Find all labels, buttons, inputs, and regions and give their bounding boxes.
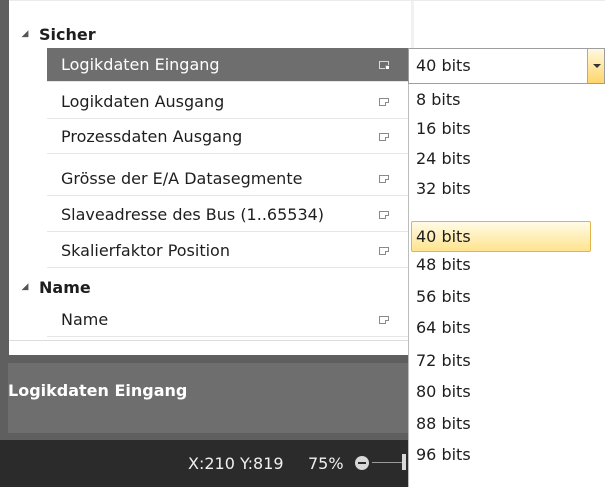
property-row-name[interactable]: Name [47, 303, 411, 337]
cursor-coordinates: X:210 Y:819 [188, 454, 284, 473]
property-label: Prozessdaten Ausgang [61, 127, 243, 146]
property-label: Logikdaten Eingang [61, 55, 220, 74]
collapse-triangle-icon[interactable]: ◢ [9, 282, 37, 292]
property-row-slaveadresse[interactable]: Slaveadresse des Bus (1..65534) [47, 198, 411, 232]
property-pin-icon[interactable] [379, 246, 389, 255]
property-label: Logikdaten Ausgang [61, 92, 225, 111]
category-label: Name [39, 277, 91, 297]
property-pin-icon[interactable] [379, 174, 389, 183]
dropdown-option[interactable]: 32 bits [411, 173, 591, 204]
dropdown-option[interactable]: 56 bits [411, 281, 591, 312]
dropdown-option[interactable]: 88 bits [411, 408, 591, 439]
dropdown-arrow-icon[interactable] [587, 49, 604, 83]
property-label: Grösse der E/A Datasegmente [61, 169, 303, 188]
property-pin-icon[interactable] [379, 315, 389, 324]
dropdown-option[interactable]: 16 bits [411, 113, 591, 144]
description-area: Logikdaten Eingang [8, 363, 420, 433]
category-label: Sicher [39, 24, 96, 44]
combobox-value: 40 bits [416, 56, 471, 75]
dropdown-option[interactable]: 72 bits [411, 345, 591, 376]
dropdown-option[interactable]: 64 bits [411, 312, 591, 343]
zoom-level: 75% [308, 454, 344, 473]
property-pin-icon[interactable] [379, 210, 389, 219]
dropdown-option[interactable]: 80 bits [411, 376, 591, 407]
dropdown-list[interactable]: 8 bits 16 bits 24 bits 32 bits 40 bits 4… [408, 84, 605, 487]
zoom-slider-thumb[interactable] [402, 454, 406, 470]
property-label: Skalierfaktor Position [61, 241, 230, 260]
property-row-logikdaten-eingang[interactable]: Logikdaten Eingang [47, 48, 411, 82]
collapse-triangle-icon[interactable]: ◢ [9, 29, 37, 39]
value-combobox[interactable]: 40 bits [408, 48, 605, 84]
property-row-prozessdaten-ausgang[interactable]: Prozessdaten Ausgang [47, 120, 411, 154]
dropdown-option[interactable]: 48 bits [411, 249, 591, 280]
dropdown-option-highlighted[interactable]: 40 bits [411, 221, 591, 252]
property-pin-icon[interactable] [379, 132, 389, 141]
property-label: Slaveadresse des Bus (1..65534) [61, 205, 325, 224]
property-pin-icon[interactable] [379, 97, 389, 106]
grid-bottom-divider [9, 340, 408, 341]
property-row-groesse-datasegmente[interactable]: Grösse der E/A Datasegmente [47, 162, 411, 196]
zoom-slider-track[interactable] [372, 462, 402, 463]
category-sicher[interactable]: ◢ Sicher [9, 22, 605, 46]
property-row-logikdaten-ausgang[interactable]: Logikdaten Ausgang [47, 85, 411, 119]
dropdown-option[interactable]: 24 bits [411, 143, 591, 174]
dropdown-option[interactable]: 96 bits [411, 439, 591, 470]
property-label: Name [61, 310, 109, 329]
dropdown-option[interactable]: 8 bits [411, 84, 591, 115]
description-panel: Logikdaten Eingang [0, 355, 420, 440]
zoom-out-icon[interactable] [355, 456, 369, 470]
description-title: Logikdaten Eingang [8, 381, 188, 400]
property-row-skalierfaktor-position[interactable]: Skalierfaktor Position [47, 234, 411, 268]
status-bar: X:210 Y:819 75% [0, 440, 420, 487]
property-pin-icon[interactable] [379, 60, 389, 69]
